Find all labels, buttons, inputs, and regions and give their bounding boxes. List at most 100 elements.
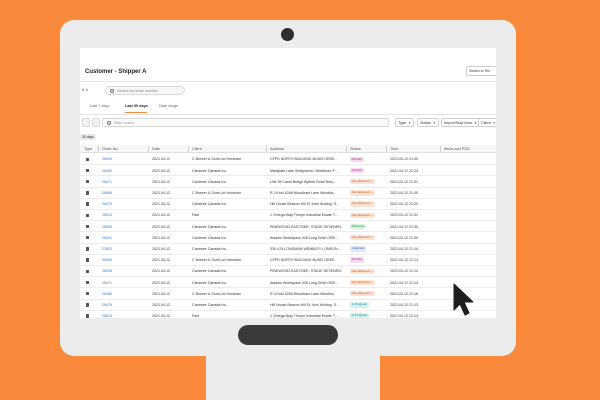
delivery-address: PINEWOOD EASTSIDE, STAGE SEVENRO... xyxy=(270,269,342,274)
client-name: C Brewer & Sons Ltd Horsham xyxy=(192,157,242,162)
order-search-input[interactable]: Search by order number xyxy=(105,86,185,95)
column-header-order-no[interactable]: Order No xyxy=(102,147,118,151)
status-badge: Not delivered i... xyxy=(350,201,375,207)
order-date: 2021.04.12 xyxy=(152,224,170,229)
client-name: Paul xyxy=(192,213,200,218)
table-row[interactable]: 26498 2021.04.12 Cambree Canada Inc. PINEWO… xyxy=(80,266,496,278)
layout-toggle-button[interactable] xyxy=(92,118,100,127)
filter-search-icon xyxy=(107,121,111,125)
select-toggle-button[interactable] xyxy=(82,118,90,127)
client-name: Paul xyxy=(192,314,200,318)
table-row[interactable]: 26505 2021.04.12 Cambree Canada Inc. PINEWO… xyxy=(80,221,496,233)
column-header-date[interactable]: Date xyxy=(152,147,160,151)
order-number-link[interactable]: 26479 xyxy=(102,303,112,307)
chevron-down-icon: ▼ xyxy=(432,121,436,125)
table-row[interactable]: 26514 2021.04.12 Paul 1 Omega Way Thorpe In… xyxy=(80,311,496,318)
order-date: 2021.04.12 xyxy=(152,258,170,263)
order-time: 2021.04.12 21:14 xyxy=(390,269,418,274)
order-number-link[interactable]: 26490 xyxy=(102,157,112,161)
client-name: Cambree Canada Inc. xyxy=(192,179,228,184)
table-row[interactable]: 26479 2021.04.12 Cambree Canada Inc. Hill H… xyxy=(80,199,496,210)
order-time: 2021.04.12 21:14 xyxy=(390,258,418,263)
delivery-address: Aladdin Workspace 426 Long Drive GRE... xyxy=(270,280,339,285)
order-number-link[interactable]: 26498 xyxy=(102,269,112,273)
status-badge: Not delivered i... xyxy=(350,190,375,196)
status-dropdown[interactable]: Status ▼ xyxy=(417,118,439,127)
table-row[interactable]: 26471 2021.04.12 Cambree Canada Inc. Aladdi… xyxy=(80,277,496,289)
filter-orders-input[interactable]: Filter orders xyxy=(102,118,389,127)
type-dropdown[interactable]: Type ▼ xyxy=(395,118,415,127)
import-ship-dropdown-label: Import/Ship from xyxy=(444,121,473,125)
table-row[interactable]: 26489 2021.04.12 C Brewer & Sons Ltd Horsh… xyxy=(80,288,496,300)
table-row[interactable]: 26491 2021.04.12 Cambree Canada Inc. Aladdi… xyxy=(80,232,496,244)
order-date: 2021.04.12 xyxy=(152,157,170,162)
delivery-address: Hill House Beacon Hill St John Woking, S… xyxy=(270,202,340,207)
table-row[interactable]: 26490 2021.04.12 C Brewer & Sons Ltd Horsh… xyxy=(80,154,496,166)
column-header-status[interactable]: Status xyxy=(350,147,361,151)
package-icon xyxy=(86,202,90,206)
order-number-link[interactable]: 26492 xyxy=(102,169,112,173)
table-row[interactable]: 26471 2021.04.12 Cambree Canada Inc. Unit 3… xyxy=(80,176,496,188)
table-row[interactable]: 26479 2021.04.12 Cambree Canada Inc. Hill H… xyxy=(80,300,496,311)
chevron-down-icon: ▼ xyxy=(492,121,496,125)
import-ship-dropdown[interactable]: Import/Ship from ▼ xyxy=(441,118,481,127)
table-row[interactable]: 26493 2021.04.12 C Brewer & Sons Ltd Horsh… xyxy=(80,255,496,266)
package-icon xyxy=(86,224,90,229)
search-icon xyxy=(110,89,114,93)
order-number-link[interactable]: 26505 xyxy=(102,225,112,229)
chevron-down-icon: ▼ xyxy=(474,121,478,125)
status-badge: Delivered xyxy=(350,223,366,230)
table-row[interactable]: 23502 2021.04.12 Cambree Canada Inc. 330-47… xyxy=(80,244,496,255)
table-row[interactable]: 26489 2021.04.12 C Brewer & Sons Ltd Horsh… xyxy=(80,188,496,199)
order-number-link[interactable]: 23502 xyxy=(102,247,112,251)
app-screen: Customer - Shipper A Switch to Shi 8 ∨ S… xyxy=(80,48,496,318)
column-header-client[interactable]: Client xyxy=(192,147,202,151)
delivery-address: 1 Omega Way Thorpe Industrial Estate T..… xyxy=(270,213,338,218)
order-number-link[interactable]: 26491 xyxy=(102,236,112,240)
order-number-link[interactable]: 26471 xyxy=(102,281,112,285)
package-icon xyxy=(86,314,90,318)
package-icon xyxy=(86,213,90,217)
column-header-time[interactable]: Time xyxy=(390,147,398,151)
order-number-link[interactable]: 26479 xyxy=(102,202,112,206)
delivery-address: PINEWOOD EASTSIDE, STAGE SEVENRO... xyxy=(270,224,342,229)
column-header-items-pod[interactable]: Items and POD xyxy=(444,147,470,151)
client-dropdown-label: Client xyxy=(481,121,491,125)
client-name: C Brewer & Sons Ltd Horsham xyxy=(192,258,242,263)
package-icon xyxy=(86,168,90,173)
delivery-address: Aladdin Workspace 426 Long Drive GRE... xyxy=(270,235,339,240)
column-separator xyxy=(148,146,149,152)
order-number-link[interactable]: 26514 xyxy=(102,213,112,217)
client-name: Cambree Canada Inc. xyxy=(192,235,228,240)
order-time: 2021.04.12 21:31 xyxy=(390,213,418,218)
tab-date-range[interactable]: Date range xyxy=(159,104,178,108)
client-name: Cambree Canada Inc. xyxy=(192,302,228,307)
tab-last-7-days[interactable]: Last 7 days xyxy=(90,104,109,108)
switch-button[interactable]: Switch to Shi xyxy=(466,66,496,76)
client-name: C Brewer & Sons Ltd Horsham xyxy=(192,190,242,195)
column-separator xyxy=(346,146,347,152)
delivery-address: R.J.Kidd 425A Woodham Lane Woodha... xyxy=(270,291,337,296)
package-icon xyxy=(86,235,90,240)
order-number-link[interactable]: 26489 xyxy=(102,292,112,296)
page-title: Customer - Shipper A xyxy=(85,69,147,75)
order-number-link[interactable]: 26489 xyxy=(102,191,112,195)
column-header-type[interactable]: Type xyxy=(84,147,92,151)
order-date: 2021.04.12 xyxy=(152,302,170,307)
status-badge: Not delivered i... xyxy=(350,212,375,218)
order-number-link[interactable]: 26471 xyxy=(102,180,112,184)
table-row[interactable]: 26492 2021.04.12 Cambree Canada Inc. Marapa… xyxy=(80,165,496,177)
order-time: 2021.04.12 21:31 xyxy=(390,179,418,184)
order-time: 2021.04.12 21:30 xyxy=(390,190,418,195)
table-row[interactable]: 26514 2021.04.12 Paul 1 Omega Way Thorpe In… xyxy=(80,210,496,222)
order-number-link[interactable]: 26493 xyxy=(102,258,112,262)
order-time: 2021.04.12 21:13 xyxy=(390,314,418,318)
column-separator xyxy=(98,146,99,152)
tab-last-30-days[interactable]: Last 30 days xyxy=(125,104,148,108)
order-number-link[interactable]: 26514 xyxy=(102,314,112,318)
column-header-address[interactable]: Address xyxy=(270,147,284,151)
order-time: 2021.04.12 21:05 xyxy=(390,157,418,162)
view-selector[interactable]: 8 ∨ xyxy=(82,87,88,92)
status-badge: In Progress xyxy=(350,313,369,318)
client-dropdown[interactable]: Client ▼ xyxy=(478,118,496,127)
